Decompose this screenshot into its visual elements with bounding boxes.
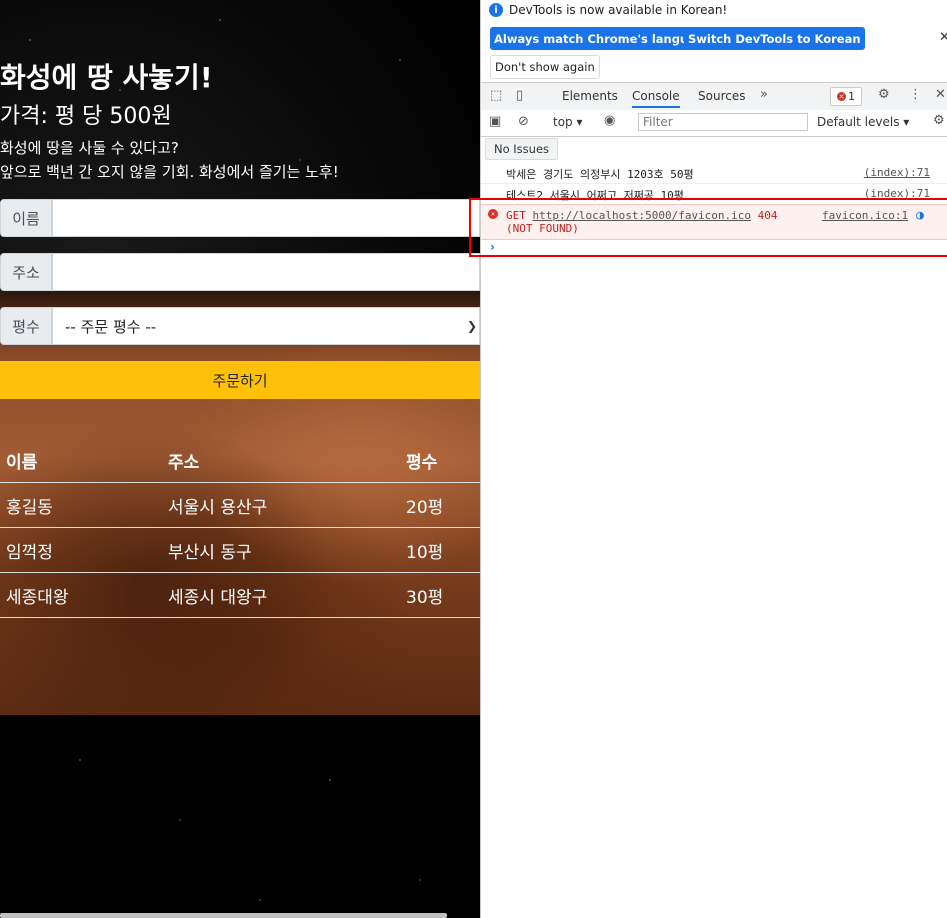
console-log-line: 테스트2 서울시 어쩌고 저쩌공 10평 (index):71 [481,183,947,205]
log-source-link[interactable]: (index):71 [864,166,930,179]
order-button[interactable]: 주문하기 [0,361,480,399]
console-prompt-icon[interactable]: › [490,240,495,254]
address-input[interactable] [52,253,480,291]
tab-console[interactable]: Console [632,89,680,108]
devtools-panel: i DevTools is now available in Korean! A… [480,0,947,918]
cell-address: 부산시 동구 [162,527,400,573]
column-header-size: 평수 [400,438,480,483]
page-title: 화성에 땅 사놓기! [0,61,213,94]
tab-sources[interactable]: Sources [698,89,745,103]
horizontal-scrollbar[interactable] [0,913,447,918]
size-field-group: 평수 -- 주문 평수 -- ❯ [0,307,480,345]
address-label: 주소 [0,253,52,291]
log-message: 박세은 경기도 의정부시 1203호 50평 [506,168,694,181]
error-icon: ✕ [488,209,498,219]
size-select-value: -- 주문 평수 -- [65,317,157,336]
info-icon: i [489,3,503,17]
infobar-text: DevTools is now available in Korean! [509,3,728,17]
cell-name: 홍길동 [0,482,162,528]
device-toolbar-icon[interactable]: ▯ [516,88,523,103]
console-settings-gear-icon[interactable]: ⚙ [933,113,945,128]
error-icon: ✕ [837,92,846,101]
column-header-address: 주소 [162,438,400,483]
cell-size: 10평 [400,527,480,573]
column-header-name: 이름 [0,438,162,483]
context-selector[interactable]: top ▾ [553,115,583,129]
tab-elements[interactable]: Elements [562,89,618,103]
cell-size: 30평 [400,572,480,618]
always-match-language-button[interactable]: Always match Chrome's language [490,27,716,50]
close-icon[interactable]: ✕ [939,30,947,45]
cell-address: 세종시 대왕구 [162,572,400,618]
error-url-link[interactable]: http://localhost:5000/favicon.ico [533,209,752,222]
description-line-1: 화성에 땅을 사둘 수 있다고? [0,139,179,157]
size-select[interactable]: -- 주문 평수 -- ❯ [52,307,480,345]
description-line-2: 앞으로 백년 간 오지 않을 기회. 화성에서 즐기는 노후! [0,163,339,181]
error-method: GET [506,209,526,222]
address-field-group: 주소 [0,253,480,291]
console-toolbar: ▣ ⊘ top ▾ ◉ Filter Default levels ▾ ⚙ [481,110,947,137]
clear-console-icon[interactable]: ⊘ [518,114,529,129]
table-row: 세종대왕 세종시 대왕구 30평 [0,572,480,618]
name-label: 이름 [0,199,52,237]
table-row: 임꺽정 부산시 동구 10평 [0,527,480,573]
context-value: top [553,115,573,129]
console-error-line: ✕ GET http://localhost:5000/favicon.ico … [481,204,947,240]
cell-size: 20평 [400,482,480,528]
price-text: 가격: 평 당 500원 [0,104,172,129]
error-message: GET http://localhost:5000/favicon.ico 40… [506,209,796,235]
console-filter-input[interactable]: Filter [638,113,808,131]
cell-name: 임꺽정 [0,527,162,573]
chevron-down-icon: ❯ [466,319,477,333]
devtools-language-infobar: i DevTools is now available in Korean! [489,3,727,17]
table-header-row: 이름 주소 평수 [0,438,480,483]
name-field-group: 이름 [0,199,480,237]
web-page: 화성에 땅 사놓기! 가격: 평 당 500원 화성에 땅을 사둘 수 있다고?… [0,0,480,918]
switch-to-korean-button[interactable]: Switch DevTools to Korean [684,27,865,50]
inspect-element-icon[interactable]: ⬚ [490,88,502,103]
size-label: 평수 [0,307,52,345]
log-levels-label: Default levels [817,115,900,129]
log-source-link[interactable]: (index):71 [864,187,930,200]
devtools-tabbar: ⬚ ▯ Elements Console Sources » ✕ 1 ⚙ ⋮ ✕ [481,82,947,111]
error-count: 1 [848,90,855,103]
more-tabs-icon[interactable]: » [760,87,768,102]
console-log-line: 박세은 경기도 의정부시 1203호 50평 (index):71 [481,162,947,184]
log-message: 테스트2 서울시 어쩌고 저쩌공 10평 [506,189,684,202]
cell-address: 서울시 용산구 [162,482,400,528]
close-devtools-icon[interactable]: ✕ [935,87,946,102]
error-source-link[interactable]: favicon.ico:1 [822,209,908,222]
log-levels-dropdown[interactable]: Default levels ▾ [817,115,909,129]
network-request-icon[interactable]: ◑ [916,208,924,223]
sidebar-toggle-icon[interactable]: ▣ [489,114,501,129]
settings-gear-icon[interactable]: ⚙ [878,87,890,102]
table-row: 홍길동 서울시 용산구 20평 [0,482,480,528]
cell-name: 세종대왕 [0,572,162,618]
name-input[interactable] [52,199,480,237]
no-issues-button[interactable]: No Issues [485,138,559,160]
live-expression-eye-icon[interactable]: ◉ [604,113,615,128]
dont-show-again-button[interactable]: Don't show again [490,55,600,79]
error-count-badge[interactable]: ✕ 1 [830,87,862,106]
orders-table: 이름 주소 평수 홍길동 서울시 용산구 20평 임꺽정 부산시 동구 10평 … [0,438,480,618]
more-options-icon[interactable]: ⋮ [909,87,922,102]
